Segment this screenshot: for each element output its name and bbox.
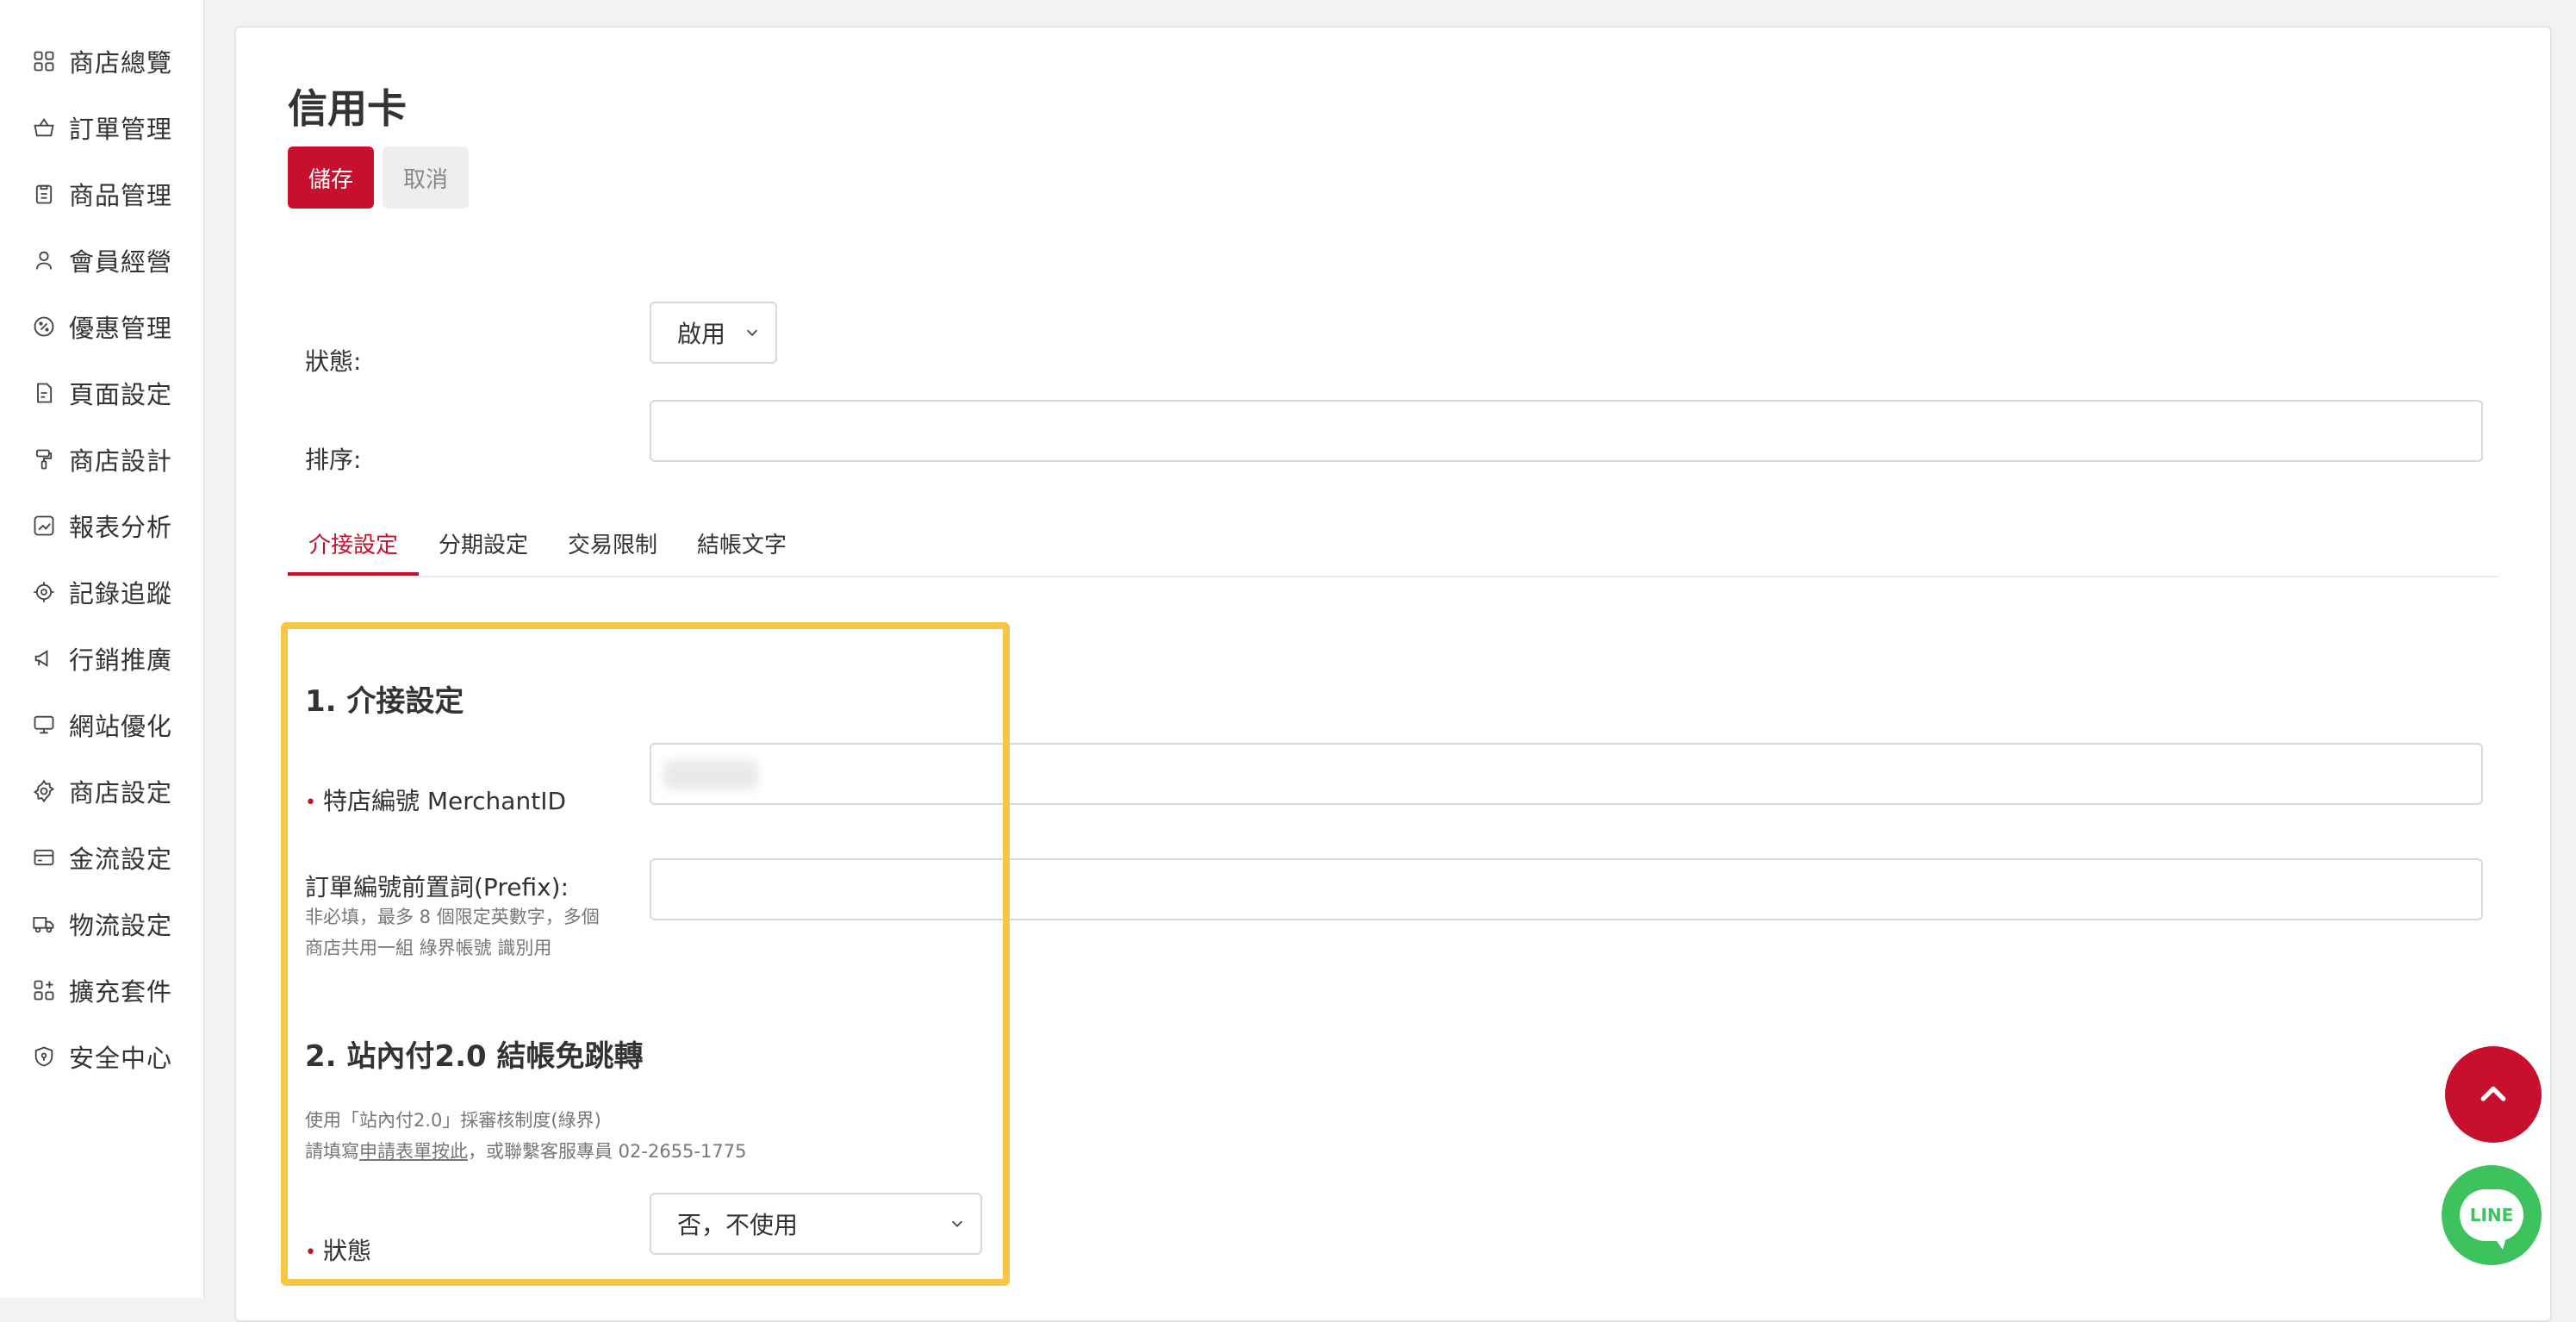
sidebar-item-seo[interactable]: 網站優化 [31, 699, 195, 751]
section-embedded-payment-title: 2. 站內付2.0 結帳免跳轉 [305, 1039, 644, 1074]
sidebar-item-orders[interactable]: 訂單管理 [31, 102, 195, 153]
sidebar-item-label: 報表分析 [69, 513, 173, 542]
cancel-button[interactable]: 取消 [383, 147, 469, 209]
tab-checkout-text[interactable]: 結帳文字 [688, 527, 796, 576]
save-button[interactable]: 儲存 [288, 147, 374, 209]
redacted-merchant-id [663, 760, 758, 789]
shield-icon [31, 1044, 57, 1069]
merchant-id-input[interactable] [650, 743, 2483, 805]
tab-integration[interactable]: 介接設定 [288, 527, 419, 576]
embedded-status-label-text: 狀態 [322, 1237, 371, 1265]
embedded-status-select-value: 否，不使用 [677, 1211, 799, 1239]
line-icon: LINE [2460, 1189, 2523, 1250]
sidebar-item-extensions[interactable]: 擴充套件 [31, 964, 195, 1016]
sidebar-item-payment[interactable]: 金流設定 [31, 832, 195, 883]
section-integration-title: 1. 介接設定 [305, 684, 464, 719]
sidebar-item-label: 會員經營 [69, 247, 173, 277]
tab-label: 交易限制 [567, 533, 657, 558]
page-icon [31, 380, 57, 406]
prefix-hint: 非必填，最多 8 個限定英數字，多個 商店共用一組 綠界帳號 識別用 [305, 901, 600, 963]
prefix-hint-line1: 非必填，最多 8 個限定英數字，多個 [305, 907, 600, 927]
embedded-status-select[interactable]: 否，不使用 [650, 1193, 982, 1255]
sidebar-item-pages[interactable]: 頁面設定 [31, 367, 195, 419]
order-input[interactable] [650, 400, 2483, 462]
sidebar-item-label: 頁面設定 [69, 380, 173, 409]
embedded-status-label: • 狀態 [305, 1232, 371, 1267]
sidebar-item-discounts[interactable]: 優惠管理 [31, 301, 195, 352]
clipboard-icon [31, 181, 57, 207]
sidebar-item-store-settings[interactable]: 商店設定 [31, 765, 195, 817]
chevron-up-icon [2480, 1086, 2506, 1101]
tab-transaction-limits[interactable]: 交易限制 [558, 527, 667, 576]
chevron-down-icon [951, 1220, 963, 1227]
back-to-top-button[interactable] [2445, 1046, 2542, 1143]
truck-icon [31, 911, 57, 937]
tab-label: 結帳文字 [696, 533, 787, 558]
discount-icon [31, 314, 57, 340]
line-label: LINE [2469, 1205, 2514, 1225]
sidebar-item-label: 擴充套件 [69, 977, 173, 1007]
status-select-value: 啟用 [677, 320, 726, 348]
target-icon [31, 579, 57, 605]
prefix-hint-line2: 商店共用一組 綠界帳號 識別用 [305, 938, 552, 958]
apps-plus-icon [31, 977, 57, 1003]
grid-icon [31, 48, 57, 74]
prefix-input[interactable] [650, 858, 2483, 920]
paint-roller-icon [31, 446, 57, 472]
sidebar-item-label: 商店總覽 [69, 48, 173, 78]
chevron-down-icon [746, 329, 758, 336]
embedded-payment-hint-line2: 請填寫申請表單按此，或聯繫客服專員 02-2655-1775 [305, 1136, 746, 1167]
sidebar-item-label: 物流設定 [69, 911, 173, 940]
sidebar-item-security[interactable]: 安全中心 [31, 1031, 195, 1082]
sidebar-item-store-overview[interactable]: 商店總覽 [31, 35, 195, 87]
basket-icon [31, 115, 57, 140]
user-icon [31, 247, 57, 273]
sidebar-item-label: 金流設定 [69, 845, 173, 874]
card-icon [31, 845, 57, 870]
application-form-link[interactable]: 申請表單按此 [359, 1141, 468, 1162]
monitor-icon [31, 712, 57, 738]
required-marker: • [305, 1241, 316, 1263]
sidebar-item-store-design[interactable]: 商店設計 [31, 433, 195, 485]
hint-suffix: ，或聯繫客服專員 02-2655-1775 [468, 1141, 747, 1162]
sidebar-item-reports[interactable]: 報表分析 [31, 500, 195, 552]
prefix-label: 訂單編號前置詞(Prefix): [305, 873, 569, 901]
chart-icon [31, 513, 57, 539]
sidebar-item-tracking[interactable]: 記錄追蹤 [31, 566, 195, 618]
megaphone-icon [31, 645, 57, 671]
merchant-id-label-text: 特店編號 MerchantID [322, 787, 567, 815]
status-select[interactable]: 啟用 [650, 302, 777, 364]
sidebar-item-label: 行銷推廣 [69, 645, 173, 675]
sidebar-item-label: 記錄追蹤 [69, 579, 173, 608]
required-marker: • [305, 791, 316, 814]
hint-prefix: 請填寫 [305, 1141, 359, 1162]
merchant-id-label: • 特店編號 MerchantID [305, 783, 566, 817]
tabs-divider [288, 576, 2498, 577]
sidebar-item-label: 商店設計 [69, 446, 173, 476]
sidebar-item-label: 訂單管理 [69, 115, 173, 144]
sidebar: 商店總覽 訂單管理 商品管理 會員經營 優惠管理 頁面設定 商店設計 報表分析 … [0, 0, 205, 1298]
sidebar-item-label: 安全中心 [69, 1044, 173, 1073]
embedded-payment-hint-line1: 使用「站內付2.0」採審核制度(綠界) [305, 1110, 601, 1131]
sidebar-item-label: 優惠管理 [69, 314, 173, 343]
sidebar-item-label: 商品管理 [69, 181, 173, 210]
main-card: 信用卡 儲存 取消 狀態: 啟用 排序: 介接設定 分期設定 交易限制 結帳文字… [234, 26, 2552, 1322]
sidebar-item-label: 網站優化 [69, 712, 173, 741]
tab-label: 介接設定 [308, 533, 398, 558]
line-chat-button[interactable]: LINE [2442, 1165, 2542, 1265]
tab-installments[interactable]: 分期設定 [429, 527, 538, 576]
sidebar-item-products[interactable]: 商品管理 [31, 168, 195, 220]
sidebar-item-logistics[interactable]: 物流設定 [31, 898, 195, 950]
embedded-payment-hint: 使用「站內付2.0」採審核制度(綠界) 請填寫申請表單按此，或聯繫客服專員 02… [305, 1105, 746, 1167]
page-title: 信用卡 [288, 85, 407, 132]
status-label: 狀態: [305, 347, 362, 376]
sidebar-item-marketing[interactable]: 行銷推廣 [31, 633, 195, 684]
tab-label: 分期設定 [438, 533, 528, 558]
gear-icon [31, 778, 57, 804]
sidebar-item-label: 商店設定 [69, 778, 173, 808]
sidebar-item-members[interactable]: 會員經營 [31, 234, 195, 286]
order-label: 排序: [305, 446, 362, 474]
